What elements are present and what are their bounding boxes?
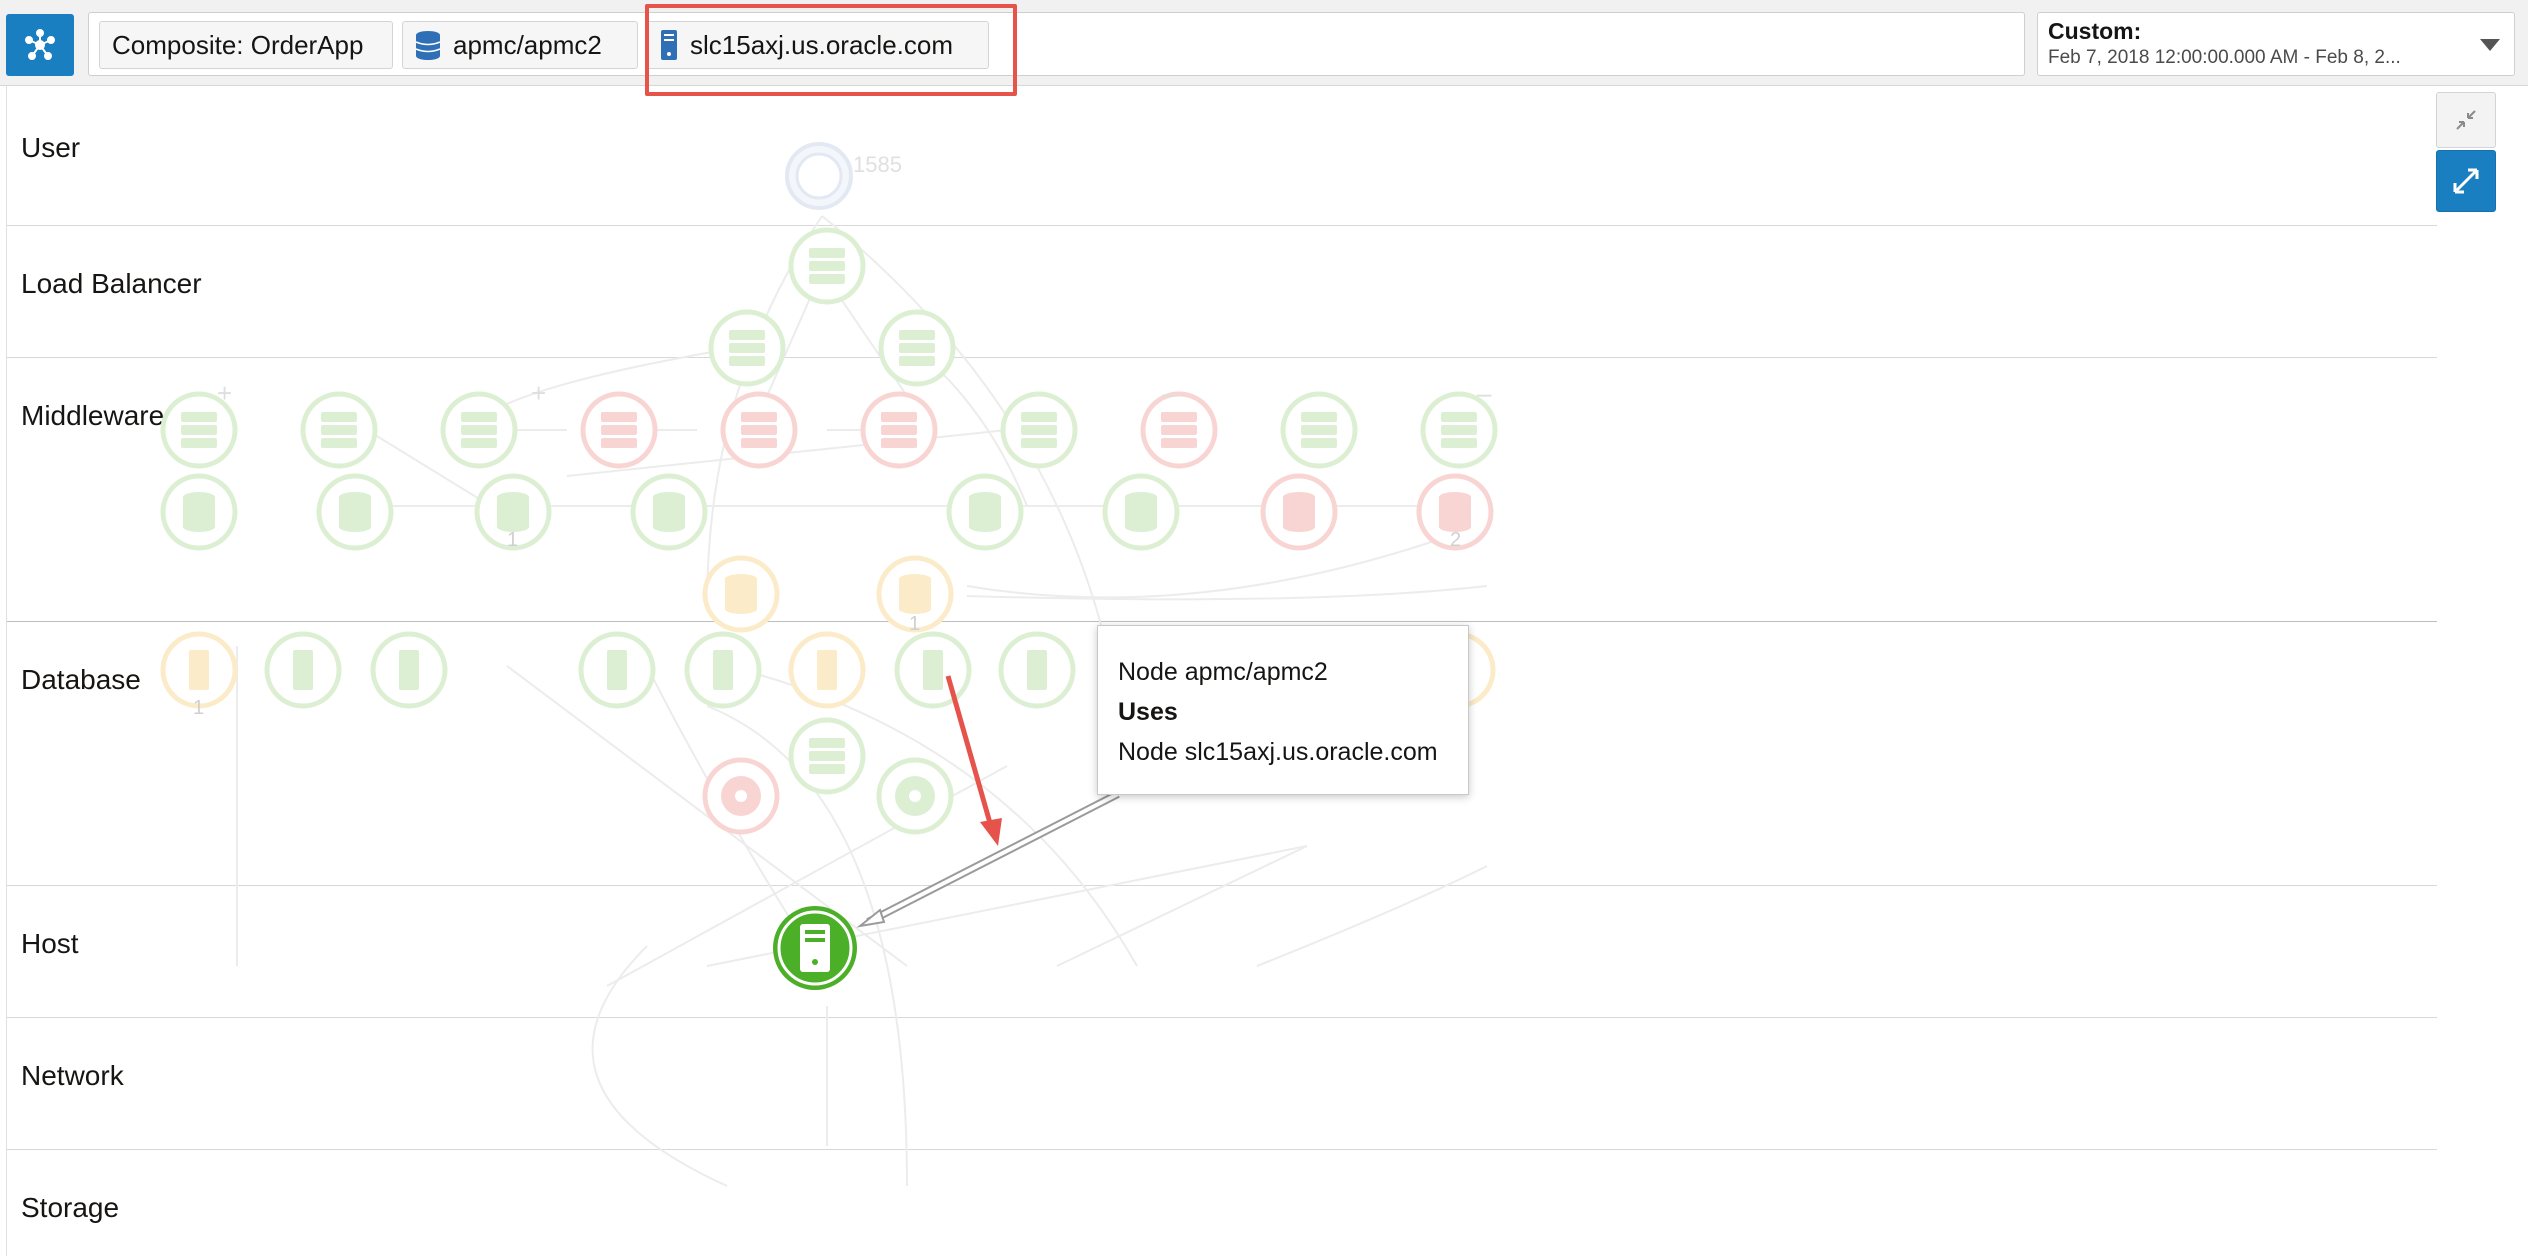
annotation-arrow [945,675,1002,846]
tooltip-relation: Uses [1118,698,1178,726]
selected-host-node[interactable] [773,906,857,990]
tooltip-target: Node slc15axj.us.oracle.com [1118,738,1438,766]
collapse-view-button[interactable] [2436,92,2496,148]
expand-view-button[interactable] [2436,150,2496,212]
edge-tooltip: Node apmc/apmc2 Uses Node slc15axj.us.or… [1097,625,1469,795]
expand-icon [2453,168,2479,194]
tooltip-source: Node apmc/apmc2 [1118,658,1328,686]
collapse-icon [2456,110,2476,130]
